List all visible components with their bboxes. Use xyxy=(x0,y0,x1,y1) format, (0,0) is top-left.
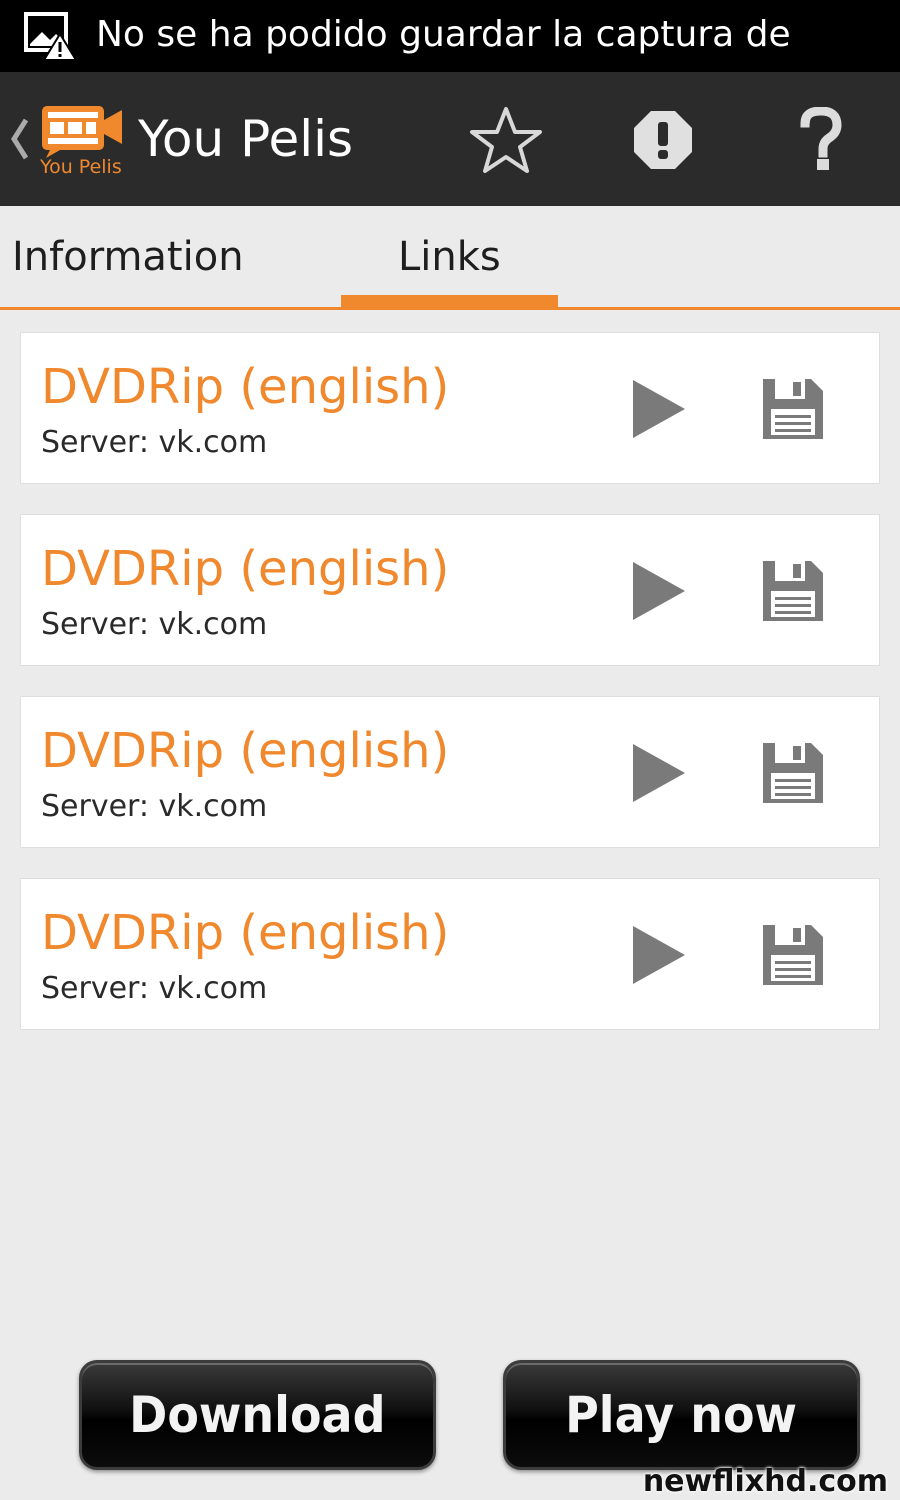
save-button[interactable] xyxy=(751,915,835,995)
link-server: Server: vk.com xyxy=(41,425,268,460)
play-icon xyxy=(633,562,685,620)
play-icon xyxy=(633,926,685,984)
link-server: Server: vk.com xyxy=(41,789,268,824)
link-item[interactable]: DVDRip (english) Server: vk.com xyxy=(20,514,880,666)
floppy-disk-icon xyxy=(763,925,823,985)
action-bar: You Pelis You Pelis xyxy=(0,72,900,206)
play-now-button-label: Play now xyxy=(565,1386,798,1444)
watermark: newflixhd.com xyxy=(642,1464,888,1499)
floppy-disk-icon xyxy=(763,743,823,803)
status-bar: No se ha podido guardar la captura de xyxy=(0,0,900,72)
floppy-disk-icon xyxy=(763,561,823,621)
notification-text: No se ha podido guardar la captura de xyxy=(96,14,791,55)
play-icon xyxy=(633,744,685,802)
tab-links-label: Links xyxy=(398,233,501,280)
play-button[interactable] xyxy=(619,733,699,813)
download-button[interactable]: Download xyxy=(79,1360,436,1470)
link-title: DVDRip (english) xyxy=(41,905,450,961)
tab-information-label: Information xyxy=(12,233,244,280)
download-button-label: Download xyxy=(129,1386,386,1444)
play-icon xyxy=(633,380,685,438)
link-item[interactable]: DVDRip (english) Server: vk.com xyxy=(20,878,880,1030)
tab-bar: Information Links xyxy=(0,206,900,310)
play-button[interactable] xyxy=(619,551,699,631)
link-server: Server: vk.com xyxy=(41,607,268,642)
link-title: DVDRip (english) xyxy=(41,723,450,779)
help-button[interactable] xyxy=(776,98,866,182)
play-button[interactable] xyxy=(619,915,699,995)
report-button[interactable] xyxy=(618,98,708,182)
save-button[interactable] xyxy=(751,551,835,631)
screenshot-warning-icon xyxy=(24,12,78,61)
tab-links[interactable]: Links xyxy=(398,206,501,307)
star-outline-icon xyxy=(470,107,542,173)
chevron-left-icon[interactable] xyxy=(8,112,32,166)
app-title: You Pelis xyxy=(138,110,354,168)
link-item[interactable]: DVDRip (english) Server: vk.com xyxy=(20,332,880,484)
question-mark-icon xyxy=(800,107,842,170)
tab-information[interactable]: Information xyxy=(12,206,244,307)
favorite-button[interactable] xyxy=(461,98,551,182)
link-title: DVDRip (english) xyxy=(41,359,450,415)
link-title: DVDRip (english) xyxy=(41,541,450,597)
play-now-button[interactable]: Play now xyxy=(503,1360,860,1470)
floppy-disk-icon xyxy=(763,379,823,439)
save-button[interactable] xyxy=(751,369,835,449)
save-button[interactable] xyxy=(751,733,835,813)
logo-text: You Pelis xyxy=(40,156,122,178)
selected-tab-indicator xyxy=(341,295,558,307)
play-button[interactable] xyxy=(619,369,699,449)
exclamation-octagon-icon xyxy=(634,111,692,169)
link-item[interactable]: DVDRip (english) Server: vk.com xyxy=(20,696,880,848)
link-server: Server: vk.com xyxy=(41,971,268,1006)
